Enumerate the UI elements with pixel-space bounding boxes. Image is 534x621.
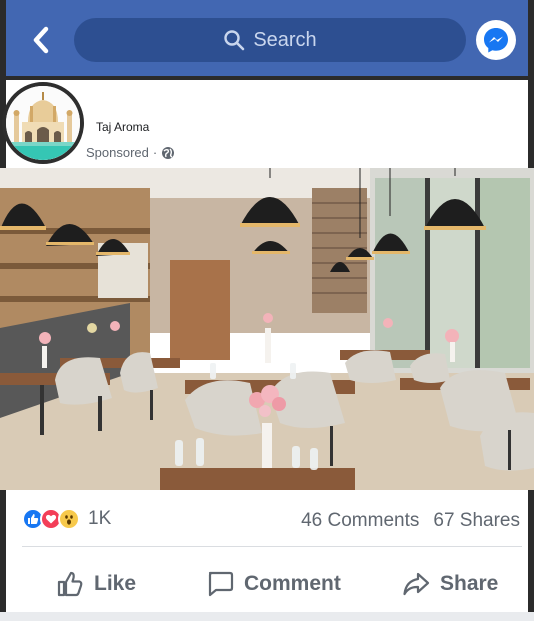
messenger-button[interactable] xyxy=(476,20,516,60)
comment-bubble-icon xyxy=(208,571,234,597)
chevron-left-icon xyxy=(33,26,49,54)
reaction-count: 1K xyxy=(88,508,112,529)
search-icon xyxy=(224,30,245,51)
globe-icon xyxy=(162,146,175,159)
shares-count[interactable]: 67 Shares xyxy=(433,510,520,532)
like-button[interactable]: Like xyxy=(56,562,136,606)
messenger-icon xyxy=(484,28,508,53)
share-arrow-icon xyxy=(403,572,430,596)
actions-divider xyxy=(22,546,522,547)
top-bar-divider xyxy=(0,76,534,80)
thumbs-up-icon xyxy=(57,571,83,597)
share-label: Share xyxy=(440,572,499,595)
comments-count[interactable]: 46 Comments xyxy=(301,510,419,532)
wow-reaction-icon xyxy=(58,508,80,530)
reactions-summary[interactable]: 1K xyxy=(22,508,111,530)
share-button[interactable]: Share xyxy=(402,562,498,606)
back-button[interactable] xyxy=(28,22,54,58)
sponsored-row: Sponsored · xyxy=(86,145,175,160)
comment-button[interactable]: Comment xyxy=(206,562,341,606)
comment-label: Comment xyxy=(244,572,341,595)
separator-dot: · xyxy=(152,145,158,160)
post-photo[interactable] xyxy=(0,168,534,490)
top-nav-bar: Search xyxy=(6,0,528,76)
engagement-counts: 46 Comments 67 Shares xyxy=(301,510,520,532)
post-actions: Like Comment Share xyxy=(0,562,534,606)
bottom-separator xyxy=(0,612,534,621)
like-label: Like xyxy=(94,572,137,595)
sponsored-label: Sponsored xyxy=(86,145,149,160)
search-input[interactable]: Search xyxy=(74,18,466,62)
page-avatar[interactable] xyxy=(2,82,84,164)
search-placeholder: Search xyxy=(253,28,317,51)
page-name[interactable]: Taj Aroma xyxy=(96,120,149,134)
taj-mahal-logo xyxy=(6,86,80,160)
phone-frame: Search Taj Aroma Sponsored · 1K 46 Comme… xyxy=(0,0,534,621)
restaurant-photo xyxy=(0,168,534,490)
